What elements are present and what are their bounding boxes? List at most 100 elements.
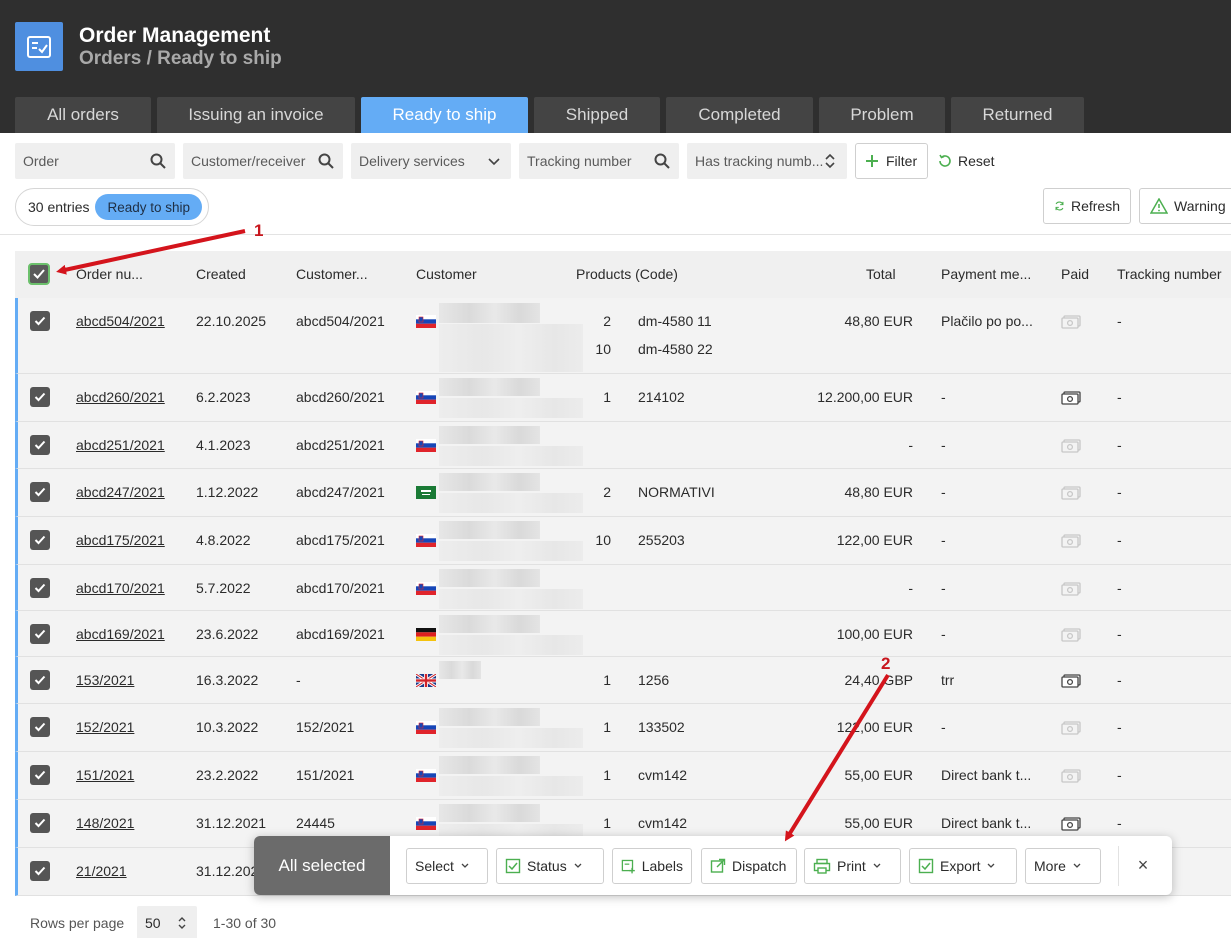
order-number-link[interactable]: 151/2021 [76, 767, 134, 783]
created-date: 4.1.2023 [196, 437, 251, 453]
entries-count: 30 entries [28, 199, 90, 215]
check-icon [34, 770, 46, 780]
tab-shipped[interactable]: Shipped [534, 97, 660, 133]
reset-button[interactable]: Reset [937, 143, 995, 179]
row-checkbox[interactable] [30, 670, 50, 690]
delivery-services-select[interactable]: Delivery services [351, 143, 511, 179]
col-total[interactable]: Total [866, 266, 896, 282]
table-row[interactable]: abcd251/2021 4.1.2023 abcd251/2021 - - - [15, 422, 1231, 469]
row-checkbox[interactable] [30, 435, 50, 455]
table-row[interactable]: abcd247/2021 1.12.2022 abcd247/2021 2 NORMAT… [15, 469, 1231, 517]
export-label: Export [940, 858, 981, 874]
dispatch-button[interactable]: Dispatch [701, 848, 797, 884]
more-dropdown-button[interactable]: More [1025, 848, 1101, 884]
table-row[interactable]: 152/2021 10.3.2022 152/2021 1 133502 122,00 E… [15, 704, 1231, 752]
table-row[interactable]: abcd169/2021 23.6.2022 abcd169/2021 100,00 … [15, 611, 1231, 657]
customer-address-redacted [439, 493, 583, 513]
table-header: Order nu... Created Customer... Customer… [15, 251, 1231, 298]
col-customer-ref[interactable]: Customer... [296, 266, 368, 282]
customer-ref: abcd170/2021 [296, 580, 385, 596]
order-number-link[interactable]: abcd251/2021 [76, 437, 165, 453]
col-products[interactable]: Products (Code) [576, 266, 678, 282]
col-paid[interactable]: Paid [1061, 266, 1089, 282]
row-checkbox[interactable] [30, 578, 50, 598]
row-checkbox[interactable] [30, 530, 50, 550]
customer-name-redacted [439, 426, 540, 444]
money-paid-icon [1061, 674, 1081, 688]
status-dropdown-button[interactable]: Status [496, 848, 604, 884]
filter-button[interactable]: Filter [855, 143, 929, 179]
created-date: 1.12.2022 [196, 484, 259, 500]
row-checkbox[interactable] [30, 861, 50, 881]
product-quantity: 1 [603, 815, 611, 831]
order-number-link[interactable]: 153/2021 [76, 672, 134, 688]
order-number-link[interactable]: abcd260/2021 [76, 389, 165, 405]
status-chip[interactable]: Ready to ship [95, 194, 203, 220]
labels-button[interactable]: Labels [612, 848, 692, 884]
order-number-link[interactable]: abcd247/2021 [76, 484, 165, 500]
app-header: Order Management Orders / Ready to ship … [0, 0, 1231, 133]
customer-name-redacted [439, 756, 540, 774]
order-number-link[interactable]: abcd504/2021 [76, 313, 165, 329]
table-row[interactable]: 151/2021 23.2.2022 151/2021 1 cvm142 55,00 EU… [15, 752, 1231, 800]
col-order-number[interactable]: Order nu... [76, 266, 143, 282]
select-dropdown-button[interactable]: Select [406, 848, 488, 884]
country-flag-icon [415, 672, 437, 689]
col-customer[interactable]: Customer [416, 266, 477, 282]
customer-name-redacted [439, 303, 540, 323]
country-flag-icon [416, 486, 436, 499]
row-checkbox[interactable] [30, 311, 50, 331]
row-checkbox[interactable] [30, 387, 50, 407]
order-number-link[interactable]: 152/2021 [76, 719, 134, 735]
select-all-checkbox[interactable] [28, 263, 50, 285]
customer-ref: - [296, 672, 301, 688]
warning-button[interactable]: Warning [1139, 188, 1231, 224]
row-checkbox[interactable] [30, 624, 50, 644]
divider [1118, 846, 1119, 886]
tab-returned[interactable]: Returned [951, 97, 1084, 133]
row-checkbox[interactable] [30, 482, 50, 502]
order-number-link[interactable]: 21/2021 [76, 863, 127, 879]
export-dropdown-button[interactable]: Export [909, 848, 1017, 884]
tab-ready-to-ship[interactable]: Ready to ship [361, 97, 528, 133]
table-row[interactable]: abcd260/2021 6.2.2023 abcd260/2021 1 214102 1… [15, 374, 1231, 422]
refresh-button[interactable]: Refresh [1043, 188, 1131, 224]
row-checkbox[interactable] [30, 813, 50, 833]
country-flag-icon [416, 582, 436, 595]
tab-completed[interactable]: Completed [666, 97, 813, 133]
order-number-link[interactable]: abcd170/2021 [76, 580, 165, 596]
row-checkbox[interactable] [30, 765, 50, 785]
rows-per-page-select[interactable]: 50 [137, 906, 197, 938]
check-icon [34, 675, 46, 685]
order-number-link[interactable]: abcd175/2021 [76, 532, 165, 548]
rows-per-page-label: Rows per page [30, 915, 125, 931]
table-row[interactable]: abcd175/2021 4.8.2022 abcd175/2021 10 255203… [15, 517, 1231, 565]
customer-search-input[interactable]: Customer/receiver [183, 143, 343, 179]
reset-label: Reset [958, 153, 995, 169]
order-number-link[interactable]: abcd169/2021 [76, 626, 165, 642]
money-unpaid-icon [1061, 486, 1081, 500]
tab-issuing-invoice[interactable]: Issuing an invoice [157, 97, 355, 133]
row-checkbox[interactable] [30, 717, 50, 737]
table-row[interactable]: abcd170/2021 5.7.2022 abcd170/2021 - - - [15, 565, 1231, 611]
tab-problem[interactable]: Problem [819, 97, 945, 133]
col-created[interactable]: Created [196, 266, 246, 282]
order-total: 122,00 EUR [836, 719, 913, 735]
customer-name-redacted [439, 569, 540, 587]
tracking-search-input[interactable]: Tracking number [519, 143, 679, 179]
col-tracking-number[interactable]: Tracking number [1117, 266, 1222, 282]
status-label: Status [527, 858, 567, 874]
select-label: Select [415, 858, 454, 874]
has-tracking-select[interactable]: Has tracking numb... [687, 143, 847, 179]
table-row[interactable]: 153/2021 16.3.2022 - 1 1256 24,40 GBP trr - [15, 657, 1231, 704]
table-row[interactable]: abcd504/2021 22.10.2025 abcd504/2021 2 dm-45… [15, 298, 1231, 374]
created-date: 23.2.2022 [196, 767, 259, 783]
col-payment-method[interactable]: Payment me... [941, 266, 1031, 282]
order-search-input[interactable]: Order [15, 143, 175, 179]
sort-arrows-icon [178, 917, 186, 929]
tab-all-orders[interactable]: All orders [15, 97, 151, 133]
customer-address-redacted [439, 635, 583, 655]
close-icon[interactable]: × [1132, 854, 1154, 876]
print-dropdown-button[interactable]: Print [804, 848, 901, 884]
order-number-link[interactable]: 148/2021 [76, 815, 134, 831]
